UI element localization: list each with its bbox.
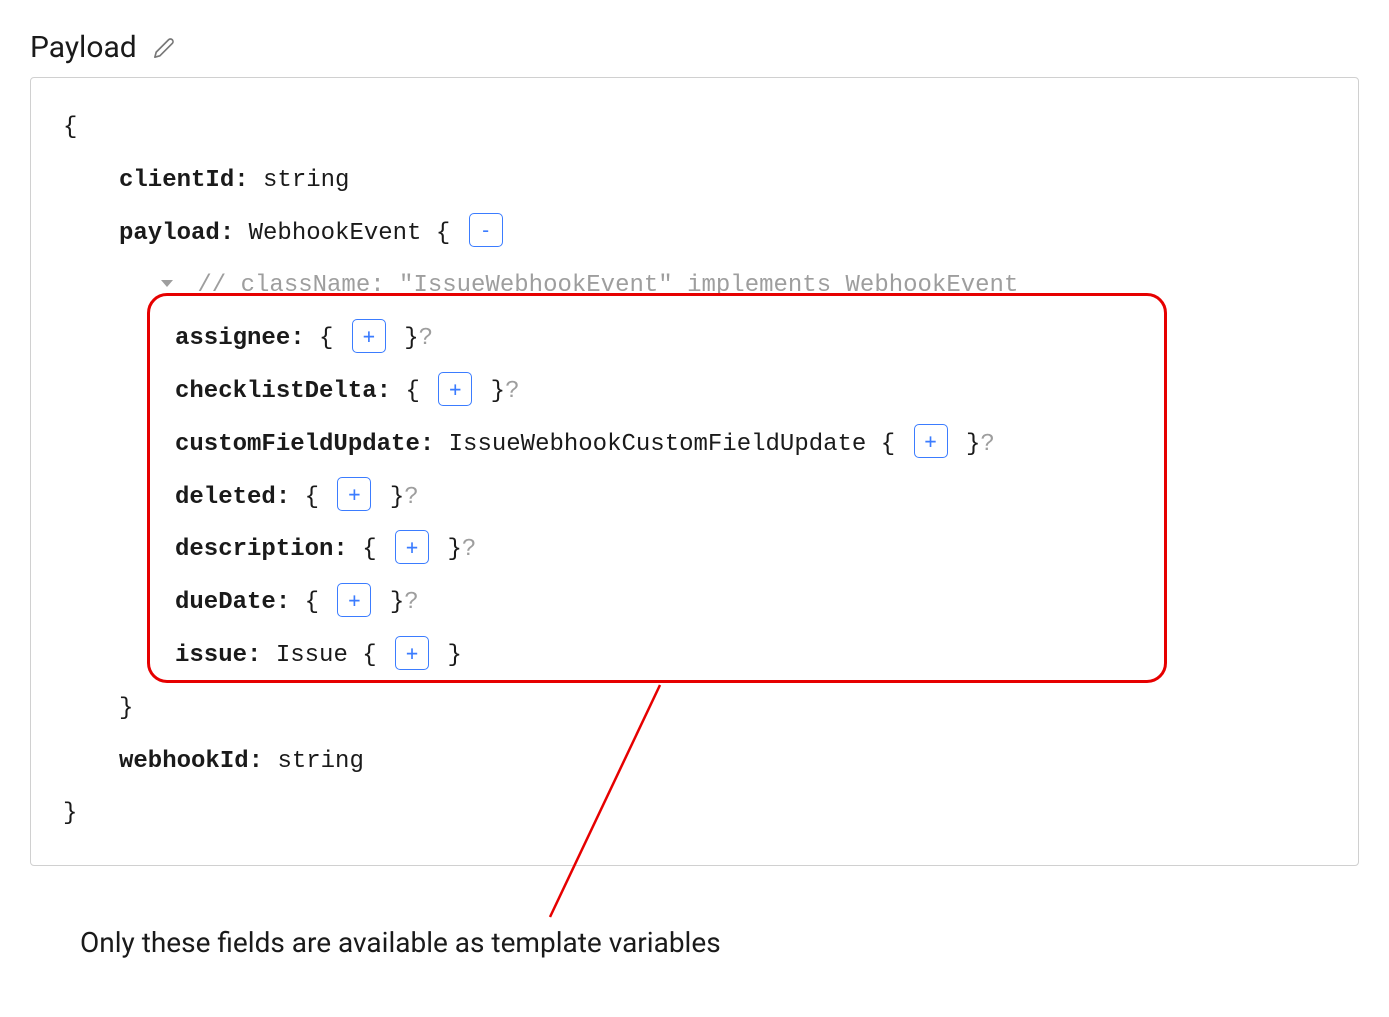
optional-marker: ?: [462, 536, 476, 563]
classname-comment: // className: "IssueWebhookEvent" implem…: [197, 272, 1018, 299]
field-dueDate: dueDate: { + }?: [63, 577, 1334, 630]
section-title: Payload: [30, 30, 137, 65]
field-clientId: clientId: string: [63, 155, 1334, 208]
field-key: deleted:: [175, 484, 290, 511]
collapse-button[interactable]: -: [469, 213, 503, 247]
edit-icon[interactable]: [153, 37, 175, 59]
field-assignee: assignee: { + }?: [63, 313, 1334, 366]
field-key: description:: [175, 536, 348, 563]
brace-close: }: [390, 589, 404, 616]
payload-close-brace: }: [63, 683, 1334, 736]
brace-open: {: [305, 589, 319, 616]
brace-close: }: [447, 642, 461, 669]
field-payload: payload: WebhookEvent { -: [63, 208, 1334, 261]
chevron-down-icon: [161, 280, 173, 287]
brace-close: }: [966, 431, 980, 458]
field-checklistDelta: checklistDelta: { + }?: [63, 366, 1334, 419]
field-key: issue:: [175, 642, 261, 669]
expand-button[interactable]: +: [337, 583, 371, 617]
optional-marker: ?: [404, 484, 418, 511]
field-key: checklistDelta:: [175, 378, 391, 405]
expand-button[interactable]: +: [352, 319, 386, 353]
expand-button[interactable]: +: [438, 372, 472, 406]
field-customFieldUpdate: customFieldUpdate: IssueWebhookCustomFie…: [63, 419, 1334, 472]
brace-open: {: [305, 484, 319, 511]
brace-close: }: [447, 536, 461, 563]
field-deleted: deleted: { + }?: [63, 472, 1334, 525]
brace-open: {: [63, 102, 1334, 155]
field-key: customFieldUpdate:: [175, 431, 434, 458]
field-issue: issue: Issue { + }: [63, 630, 1334, 683]
brace-close: }: [491, 378, 505, 405]
field-key: clientId:: [119, 167, 249, 194]
field-key: payload:: [119, 220, 234, 247]
optional-marker: ?: [404, 589, 418, 616]
section-header: Payload: [30, 30, 1359, 65]
field-type: string: [263, 167, 349, 194]
optional-marker: ?: [980, 431, 994, 458]
brace-close: }: [390, 484, 404, 511]
expand-button[interactable]: +: [395, 530, 429, 564]
brace-open: {: [319, 325, 333, 352]
brace-open: {: [362, 536, 376, 563]
field-type: Issue {: [276, 642, 377, 669]
expand-button[interactable]: +: [914, 424, 948, 458]
field-type: string: [277, 748, 363, 775]
field-description: description: { + }?: [63, 524, 1334, 577]
annotation-text: Only these fields are available as templ…: [30, 926, 1359, 959]
payload-schema-box: { clientId: string payload: WebhookEvent…: [30, 77, 1359, 866]
field-key: dueDate:: [175, 589, 290, 616]
expand-button[interactable]: +: [395, 636, 429, 670]
optional-marker: ?: [505, 378, 519, 405]
classname-comment-row[interactable]: // className: "IssueWebhookEvent" implem…: [63, 260, 1334, 313]
field-key: assignee:: [175, 325, 305, 352]
brace-open: {: [405, 378, 419, 405]
field-type: IssueWebhookCustomFieldUpdate {: [449, 431, 895, 458]
field-key: webhookId:: [119, 748, 263, 775]
brace-close: }: [63, 788, 1334, 841]
optional-marker: ?: [419, 325, 433, 352]
expand-button[interactable]: +: [337, 477, 371, 511]
brace-close: }: [404, 325, 418, 352]
field-type: WebhookEvent {: [249, 220, 451, 247]
field-webhookId: webhookId: string: [63, 736, 1334, 789]
